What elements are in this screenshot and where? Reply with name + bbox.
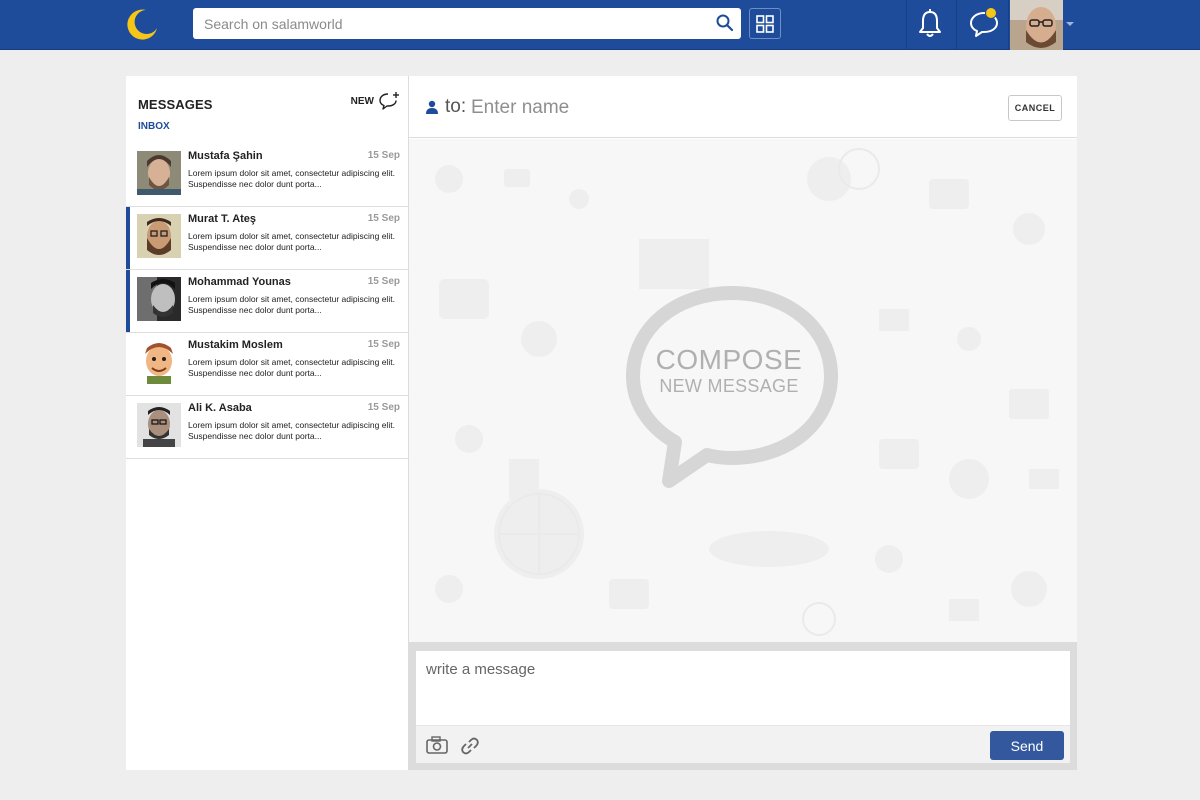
message-preview: Lorem ipsum dolor sit amet, consectetur … (188, 294, 395, 315)
recipient-bar: to: CANCEL (409, 76, 1077, 138)
message-date: 15 Sep (367, 276, 400, 287)
to-label: to: (445, 96, 467, 117)
inbox-tab[interactable]: INBOX (138, 121, 170, 132)
list-item[interactable]: Murat T. Ateş 15 Sep Lorem ipsum dolor s… (126, 207, 409, 270)
messages-title: MESSAGES (138, 97, 213, 112)
compose-subheading: NEW MESSAGE (659, 376, 799, 396)
message-preview: Lorem ipsum dolor sit amet, consectetur … (188, 231, 395, 252)
bell-icon[interactable] (914, 8, 946, 40)
message-preview: Lorem ipsum dolor sit amet, consectetur … (188, 357, 395, 378)
send-button[interactable]: Send (990, 731, 1064, 760)
new-message-icon (379, 92, 399, 110)
camera-icon[interactable] (426, 736, 448, 754)
search-input[interactable] (193, 8, 708, 39)
conversation-sidebar: MESSAGES INBOX NEW Mustafa Şahin 15 Sep … (126, 76, 409, 770)
list-item[interactable]: Ali K. Asaba 15 Sep Lorem ipsum dolor si… (126, 396, 409, 459)
top-navigation-bar (0, 0, 1200, 50)
message-date: 15 Sep (367, 402, 400, 413)
recipient-input[interactable] (471, 94, 771, 122)
avatar (137, 277, 181, 321)
avatar (137, 340, 181, 384)
new-message-button[interactable]: NEW (351, 91, 400, 111)
messages-panel: MESSAGES INBOX NEW Mustafa Şahin 15 Sep … (126, 76, 1077, 770)
divider (906, 0, 907, 50)
sender-name: Murat T. Ateş (188, 213, 257, 225)
message-date: 15 Sep (367, 339, 400, 350)
divider (956, 0, 957, 50)
sender-name: Ali K. Asaba (188, 402, 252, 414)
sender-name: Mohammad Younas (188, 276, 291, 288)
avatar (137, 214, 181, 258)
compose-area: to: CANCEL (409, 76, 1077, 770)
message-date: 15 Sep (367, 150, 400, 161)
compose-placeholder-canvas: COMPOSE NEW MESSAGE (409, 139, 1077, 642)
message-date: 15 Sep (367, 213, 400, 224)
message-composer: Send (409, 642, 1077, 770)
user-icon (426, 100, 438, 114)
avatar (137, 403, 181, 447)
sender-name: Mustakim Moslem (188, 339, 283, 351)
message-input[interactable] (416, 651, 1070, 725)
caret-down-icon[interactable] (1066, 20, 1074, 28)
list-item[interactable]: Mohammad Younas 15 Sep Lorem ipsum dolor… (126, 270, 409, 333)
list-item[interactable]: Mustafa Şahin 15 Sep Lorem ipsum dolor s… (126, 144, 409, 207)
search-box (193, 8, 741, 39)
user-avatar[interactable] (1010, 0, 1063, 50)
composer-box: Send (416, 651, 1070, 763)
new-message-label: NEW (350, 95, 374, 107)
compose-heading: COMPOSE (655, 344, 803, 375)
divider (1008, 0, 1009, 50)
message-preview: Lorem ipsum dolor sit amet, consectetur … (188, 420, 395, 441)
list-item[interactable]: Mustakim Moslem 15 Sep Lorem ipsum dolor… (126, 333, 409, 396)
notification-dot (985, 7, 997, 19)
composer-toolbar: Send (416, 725, 1070, 763)
message-preview: Lorem ipsum dolor sit amet, consectetur … (188, 168, 395, 189)
sender-name: Mustafa Şahin (188, 150, 263, 162)
moon-logo-icon[interactable] (124, 6, 160, 42)
link-icon[interactable] (460, 736, 480, 756)
search-icon[interactable] (715, 13, 735, 33)
cancel-button[interactable]: CANCEL (1008, 95, 1062, 121)
apps-grid-icon (756, 14, 774, 33)
apps-grid-button[interactable] (749, 8, 781, 39)
avatar (137, 151, 181, 195)
conversation-list: Mustafa Şahin 15 Sep Lorem ipsum dolor s… (126, 144, 409, 459)
